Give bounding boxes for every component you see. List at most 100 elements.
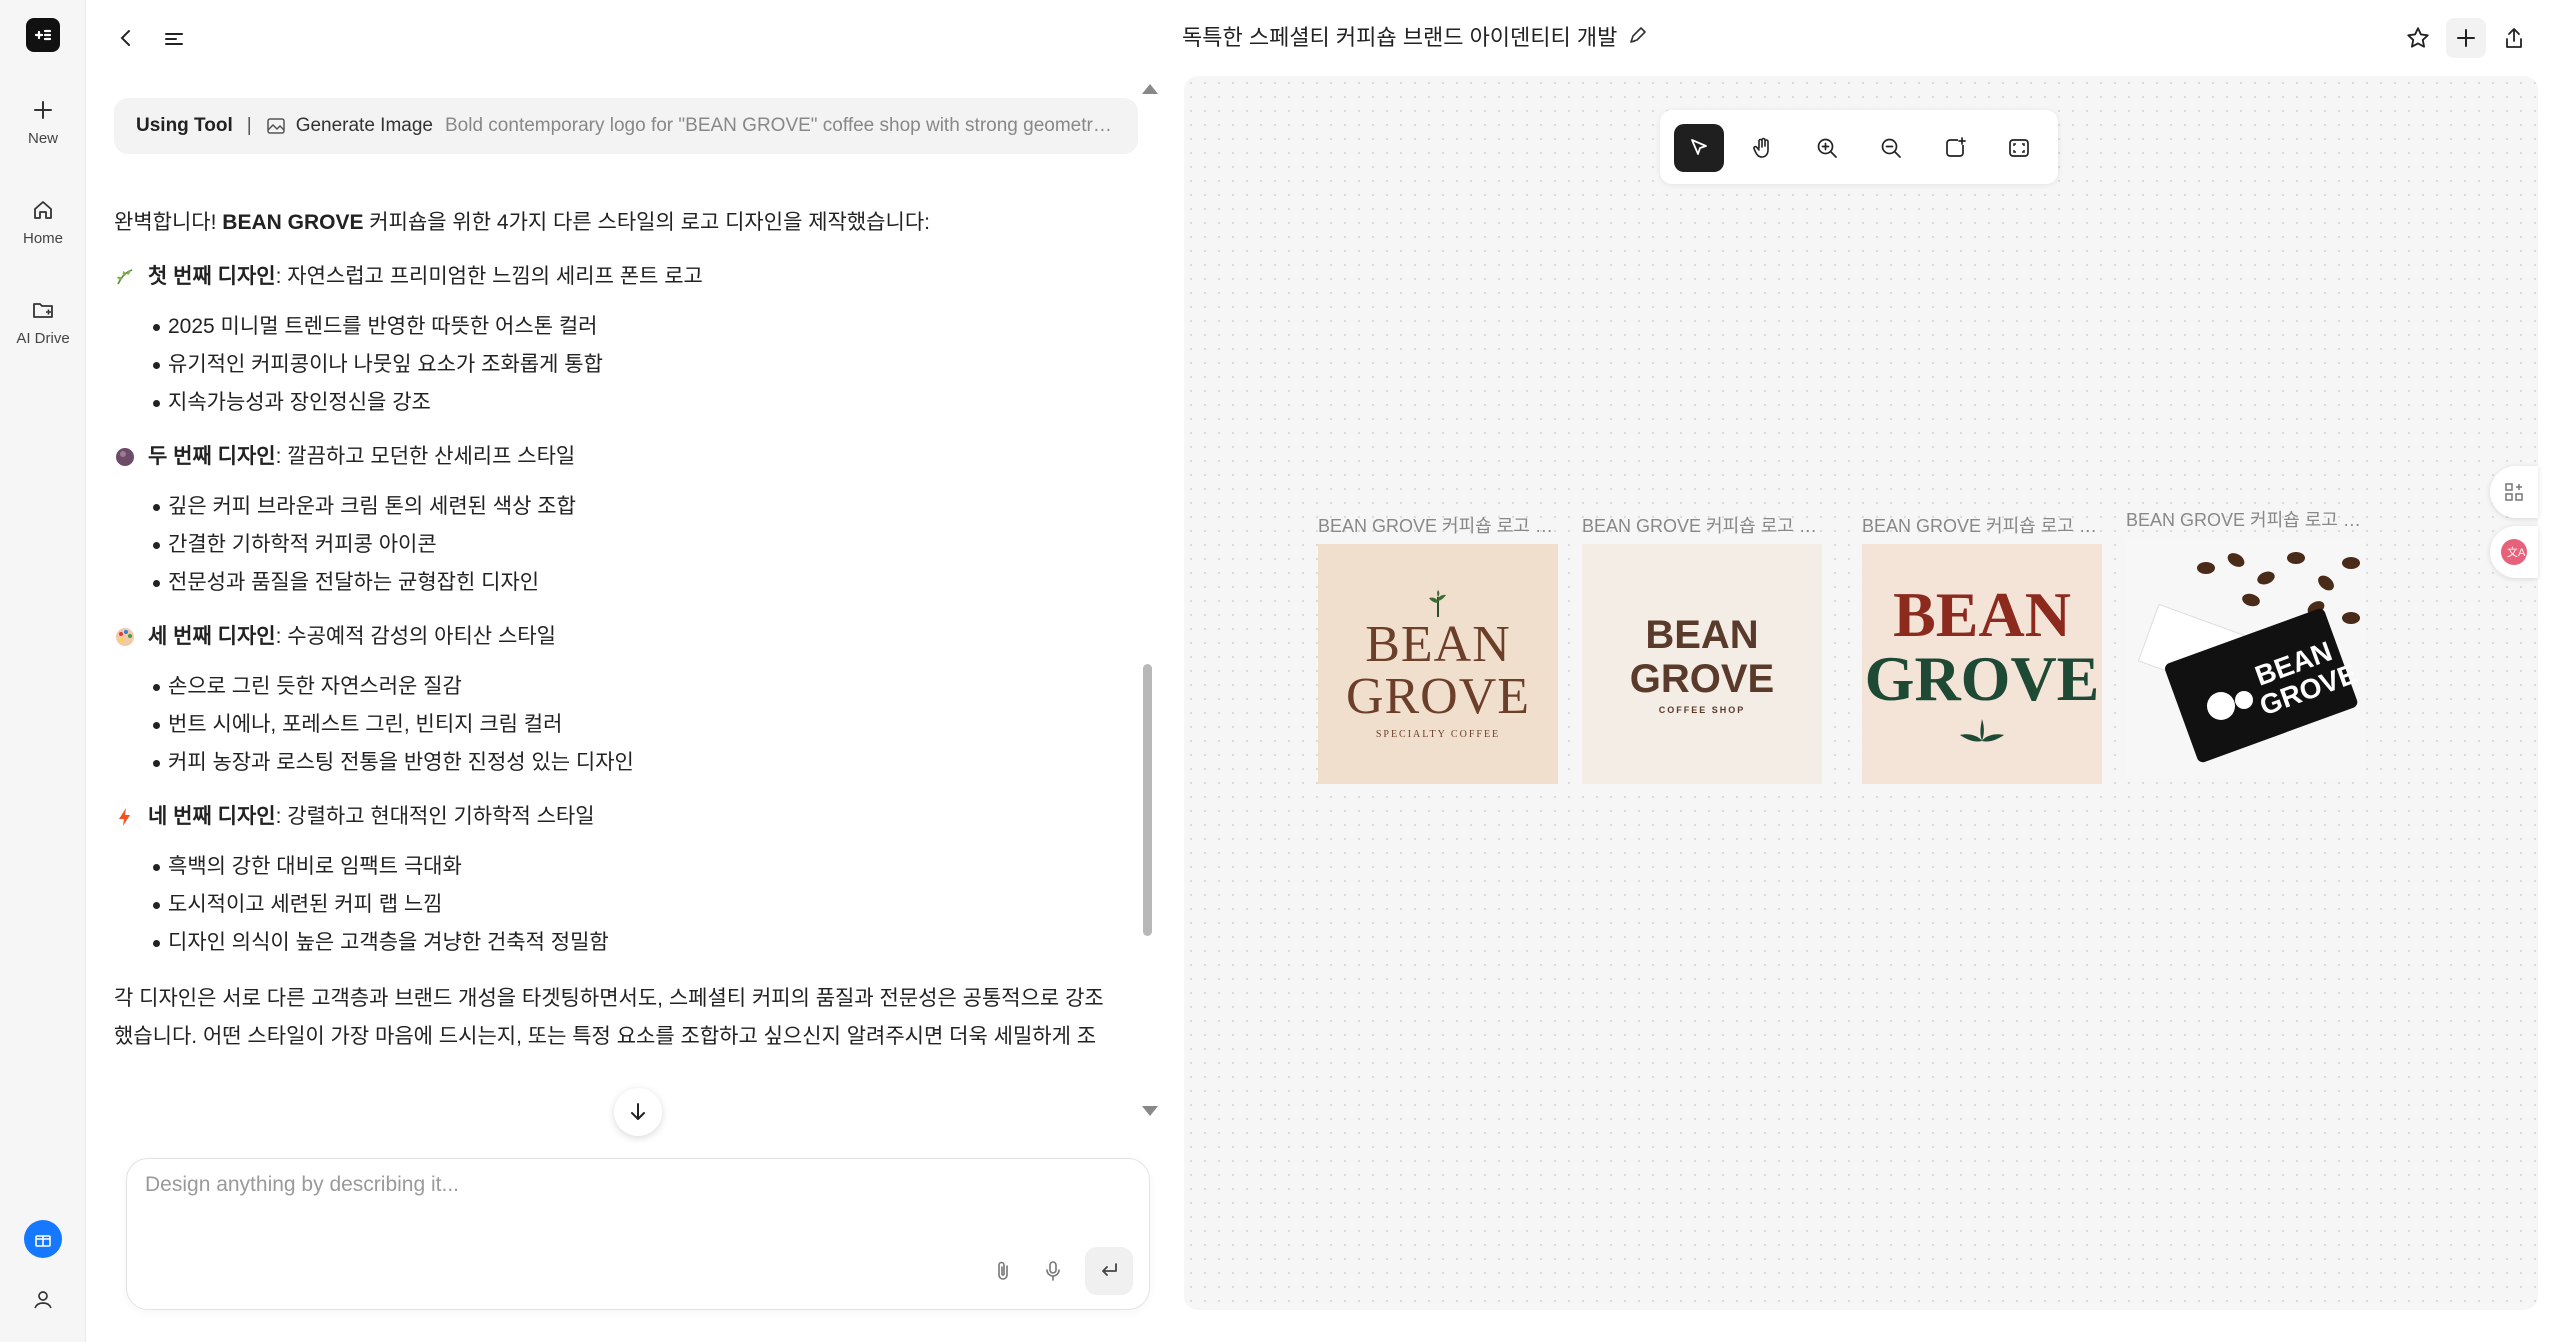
message-intro: 완벽합니다! BEAN GROVE 커피숍을 위한 4가지 다른 스타일의 로고…: [114, 204, 1138, 242]
list-item: 유기적인 커피콩이나 나뭇잎 요소가 조화롭게 통합: [114, 346, 1138, 384]
list-item: 손으로 그린 듯한 자연스러운 질감: [114, 668, 1138, 706]
bullet-list: 흑백의 강한 대비로 임팩트 극대화 도시적이고 세련된 커피 랩 느낌 디자인…: [114, 848, 1138, 962]
palette-icon: [114, 626, 136, 648]
image-card[interactable]: BEAN GROVE 커피숍 로고 디자인 4 BEAN GROVE: [2126, 506, 2366, 778]
image-icon: [266, 118, 285, 134]
outro-line: 했습니다. 어떤 스타일이 가장 마음에 드시는지, 또는 특정 요소를 조합하…: [114, 1025, 1097, 1048]
herb-icon: [114, 266, 136, 288]
chat-scrollbar[interactable]: [1140, 82, 1158, 1118]
list-item: 지속가능성과 장인정신을 강조: [114, 384, 1138, 422]
tool-usage-chip[interactable]: Using Tool | Generate Image Bold contemp…: [114, 98, 1138, 154]
bullet-list: 손으로 그린 듯한 자연스러운 질감 번트 시에나, 포레스트 그린, 빈티지 …: [114, 668, 1138, 782]
plus-icon: [34, 101, 52, 119]
folder-icon: [33, 303, 53, 318]
logo-word-2: GROVE: [1864, 643, 2100, 714]
add-frame-icon[interactable]: [1930, 124, 1980, 172]
assistant-message: 완벽합니다! BEAN GROVE 커피숍을 위한 4가지 다른 스타일의 로고…: [114, 204, 1138, 1056]
outro-line: 각 디자인은 서로 다른 고객층과 브랜드 개성을 타겟팅하면서도, 스페셜티 …: [114, 987, 1104, 1010]
section-heading: 네 번째 디자인: 강렬하고 현대적인 기하학적 스타일: [114, 798, 1138, 836]
logo-image[interactable]: BEAN GROVE: [1862, 544, 2102, 784]
svg-text:文A: 文A: [2507, 545, 2526, 559]
message-outro: 각 디자인은 서로 다른 고객층과 브랜드 개성을 타겟팅하면서도, 스페셜티 …: [114, 980, 1138, 1056]
tool-name: Generate Image: [295, 115, 433, 136]
hand-tool-icon[interactable]: [1738, 124, 1788, 172]
intro-suffix: 커피숍을 위한 4가지 다른 스타일의 로고 디자인을 제작했습니다:: [363, 211, 930, 234]
sidebar-item-new[interactable]: New: [0, 98, 86, 147]
image-card[interactable]: BEAN GROVE 커피숍 로고 디자인 1 BEAN GROVE SPECI…: [1318, 512, 1558, 784]
section-title: 세 번째 디자인: [148, 625, 276, 648]
zoom-out-icon[interactable]: [1866, 124, 1916, 172]
share-icon[interactable]: [2494, 18, 2534, 58]
top-bar: 독특한 스페셜티 커피숍 브랜드 아이덴티티 개발: [86, 0, 2559, 74]
gift-icon[interactable]: [24, 1220, 62, 1258]
list-item: 커피 농장과 로스팅 전통을 반영한 진정성 있는 디자인: [114, 744, 1138, 782]
image-card[interactable]: BEAN GROVE 커피숍 로고 디자인 2 BEAN GROVE COFFE…: [1582, 512, 1822, 784]
logo-image[interactable]: BEAN GROVE: [2126, 538, 2366, 778]
lightning-icon: [114, 806, 136, 828]
bullet-list: 2025 미니멀 트렌드를 반영한 따뜻한 어스톤 컬러 유기적인 커피콩이나 …: [114, 308, 1138, 422]
page-title: 독특한 스페셜티 커피숍 브랜드 아이덴티티 개발: [1182, 20, 1647, 52]
chat-pane: Using Tool | Generate Image Bold contemp…: [114, 84, 1138, 1114]
app-logo-icon[interactable]: [26, 18, 60, 52]
bullet-list: 깊은 커피 브라운과 크림 톤의 세련된 색상 조합 간결한 기하학적 커피콩 …: [114, 488, 1138, 602]
back-icon[interactable]: [106, 18, 146, 58]
attach-icon[interactable]: [985, 1253, 1021, 1289]
logo-word-1: BEAN: [1645, 613, 1759, 657]
section-title: 두 번째 디자인: [148, 445, 276, 468]
add-icon[interactable]: [2446, 18, 2486, 58]
intro-prefix: 완벽합니다!: [114, 211, 223, 234]
scroll-down-arrow-icon[interactable]: [1142, 1106, 1158, 1116]
logo-image[interactable]: BEAN GROVE SPECIALTY COFFEE: [1318, 544, 1558, 784]
section-desc: : 수공예적 감성의 아티산 스타일: [275, 625, 556, 648]
select-tool-icon[interactable]: [1674, 124, 1724, 172]
scrollbar-thumb[interactable]: [1143, 664, 1152, 936]
send-button[interactable]: [1085, 1247, 1133, 1295]
tool-using-label: Using Tool: [136, 115, 233, 136]
section-title: 네 번째 디자인: [148, 805, 276, 828]
intro-brand: BEAN GROVE: [222, 211, 364, 234]
card-caption: BEAN GROVE 커피숍 로고 디자인 1: [1318, 516, 1558, 536]
bean-icon: [114, 446, 136, 468]
sidebar-item-home[interactable]: Home: [0, 198, 86, 247]
edit-icon[interactable]: [1627, 26, 1647, 46]
canvas-toolbar: [1660, 110, 2058, 184]
leaves-icon: [1960, 719, 2004, 742]
section-desc: : 강렬하고 현대적인 기하학적 스타일: [275, 805, 595, 828]
scroll-to-bottom-button[interactable]: [614, 1088, 662, 1136]
section-heading: 세 번째 디자인: 수공예적 감성의 아티산 스타일: [114, 618, 1138, 656]
zoom-in-icon[interactable]: [1802, 124, 1852, 172]
sidebar-item-label: AI Drive: [16, 330, 70, 347]
image-card[interactable]: BEAN GROVE 커피숍 로고 디자인 3 BEAN GROVE: [1862, 512, 2102, 784]
logo-image[interactable]: BEAN GROVE COFFEE SHOP: [1582, 544, 1822, 784]
microphone-icon[interactable]: [1035, 1253, 1071, 1289]
list-item: 디자인 의식이 높은 고객층을 겨냥한 건축적 정밀함: [114, 924, 1138, 962]
left-rail: New Home AI Drive: [0, 0, 86, 1342]
enter-icon: [1102, 1263, 1117, 1276]
card-caption: BEAN GROVE 커피숍 로고 디자인 4: [2126, 510, 2366, 530]
sidebar-item-label: New: [27, 130, 58, 147]
menu-icon[interactable]: [154, 18, 194, 58]
sidebar-item-label: Home: [22, 230, 63, 247]
card-caption: BEAN GROVE 커피숍 로고 디자인 2: [1582, 516, 1822, 536]
fit-screen-icon[interactable]: [1994, 124, 2044, 172]
user-profile-icon[interactable]: [28, 1284, 58, 1314]
logo-tagline: SPECIALTY COFFEE: [1375, 728, 1501, 740]
translate-icon[interactable]: 文A: [2490, 526, 2538, 578]
leaf-sprout-icon: [1429, 589, 1446, 617]
sidebar-item-ai-drive[interactable]: AI Drive: [0, 298, 86, 347]
section-heading: 첫 번째 디자인: 자연스럽고 프리미엄한 느낌의 세리프 폰트 로고: [114, 258, 1138, 296]
list-item: 흑백의 강한 대비로 임팩트 극대화: [114, 848, 1138, 886]
star-icon[interactable]: [2398, 18, 2438, 58]
logo-word-1: BEAN: [1893, 579, 2071, 650]
scroll-up-arrow-icon[interactable]: [1142, 84, 1158, 94]
list-item: 번트 시에나, 포레스트 그린, 빈티지 크림 컬러: [114, 706, 1138, 744]
home-icon: [34, 201, 52, 219]
design-canvas[interactable]: BEAN GROVE 커피숍 로고 디자인 1 BEAN GROVE SPECI…: [1184, 76, 2538, 1310]
prompt-input[interactable]: [145, 1173, 1125, 1233]
logo-word-2: GROVE: [1629, 657, 1775, 701]
section-heading: 두 번째 디자인: 깔끔하고 모던한 산세리프 스타일: [114, 438, 1138, 476]
list-item: 도시적이고 세련된 커피 랩 느낌: [114, 886, 1138, 924]
list-item: 전문성과 품질을 전달하는 균형잡힌 디자인: [114, 564, 1138, 602]
grid-apps-icon[interactable]: [2490, 466, 2538, 518]
logo-word-2: GROVE: [1345, 667, 1531, 725]
